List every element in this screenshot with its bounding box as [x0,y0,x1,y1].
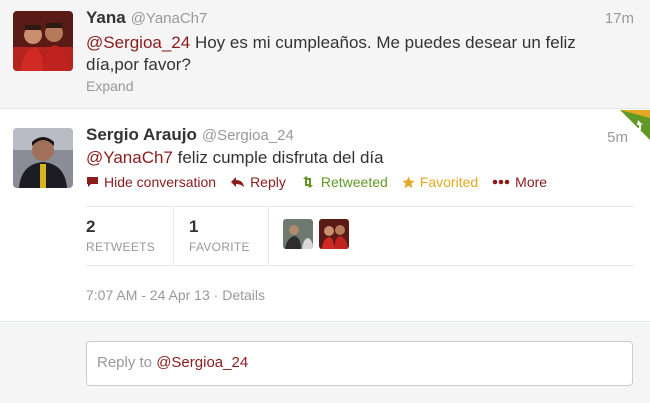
more-button[interactable]: More [492,174,547,190]
tweet-time[interactable]: 5m [607,129,628,146]
tweet-text: @YanaCh7 feliz cumple disfruta del día [86,147,384,169]
avatar-sergio[interactable] [13,128,73,188]
hide-conversation-label: Hide conversation [104,174,217,190]
favorites-label: FAVORITE [189,240,250,254]
author-name[interactable]: Sergio Araujo [86,125,197,144]
favorited-button[interactable]: Favorited [402,174,478,190]
more-label: More [515,174,548,190]
expand-link[interactable]: Expand [86,78,133,94]
reply-button[interactable]: Reply [230,174,286,190]
tweet-sergio[interactable]: Sergio Araujo @Sergioa_24 5m @YanaCh7 fel… [0,110,650,322]
author-handle[interactable]: @Sergioa_24 [202,127,294,144]
reply-input[interactable]: Reply to @Sergioa_24 [86,341,633,386]
tweet-text-body: feliz cumple disfruta del día [172,148,384,167]
retweet-icon [302,176,313,188]
mention-link[interactable]: @YanaCh7 [86,148,173,167]
reply-arrow-icon [231,177,245,187]
retweets-count: 2 [86,217,96,236]
more-dots-icon [492,179,510,185]
tweet-time[interactable]: 17m [605,10,634,27]
reply-label: Reply [250,174,286,190]
tweet-text-line1: Hoy es mi cumpleaños. Me puedes desear u… [190,33,576,52]
retweeted-button[interactable]: Retweeted [300,174,388,190]
favorited-label: Favorited [419,174,479,190]
author-name[interactable]: Yana [86,8,126,27]
avatar-yana[interactable] [13,11,73,71]
stats-divider [268,207,269,265]
speech-bubble-icon [87,177,98,187]
retweeted-label: Retweeted [320,174,388,190]
details-link[interactable]: Details [222,287,265,303]
hide-conversation-button[interactable]: Hide conversation [86,174,216,190]
tweet-header: Yana @YanaCh7 [86,8,207,28]
favoriter-avatar[interactable] [283,219,313,249]
reply-area: Reply to @Sergioa_24 [0,323,650,403]
reply-placeholder-prefix: Reply to [97,354,157,371]
retweets-label: RETWEETS [86,240,156,254]
stats-divider [173,207,174,265]
tweet-text-line2: día,por favor? [86,55,191,74]
tweet-stats: 2 RETWEETS 1 FAVORITE [86,206,634,266]
star-icon [402,176,415,188]
tweet-timestamp[interactable]: 7:07 AM - 24 Apr 13 [86,287,210,303]
favorites-stat[interactable]: 1 FAVORITE [189,217,250,254]
retweets-stat[interactable]: 2 RETWEETS [86,217,155,254]
tweet-text: @Sergioa_24 Hoy es mi cumpleaños. Me pue… [86,32,626,76]
favorites-count: 1 [189,217,199,236]
tweet-actions: Hide conversation Reply Retweeted Favori… [86,174,547,190]
favoriter-avatar[interactable] [319,219,349,249]
tweet-meta: 7:07 AM - 24 Apr 13 · Details [86,287,265,303]
tweet-header: Sergio Araujo @Sergioa_24 [86,125,294,145]
reply-placeholder-mention: @Sergioa_24 [156,354,249,371]
author-handle[interactable]: @YanaCh7 [131,10,208,27]
meta-separator: · [209,287,223,303]
tweet-yana[interactable]: Yana @YanaCh7 17m @Sergioa_24 Hoy es mi c… [0,0,650,109]
mention-link[interactable]: @Sergioa_24 [86,33,190,52]
